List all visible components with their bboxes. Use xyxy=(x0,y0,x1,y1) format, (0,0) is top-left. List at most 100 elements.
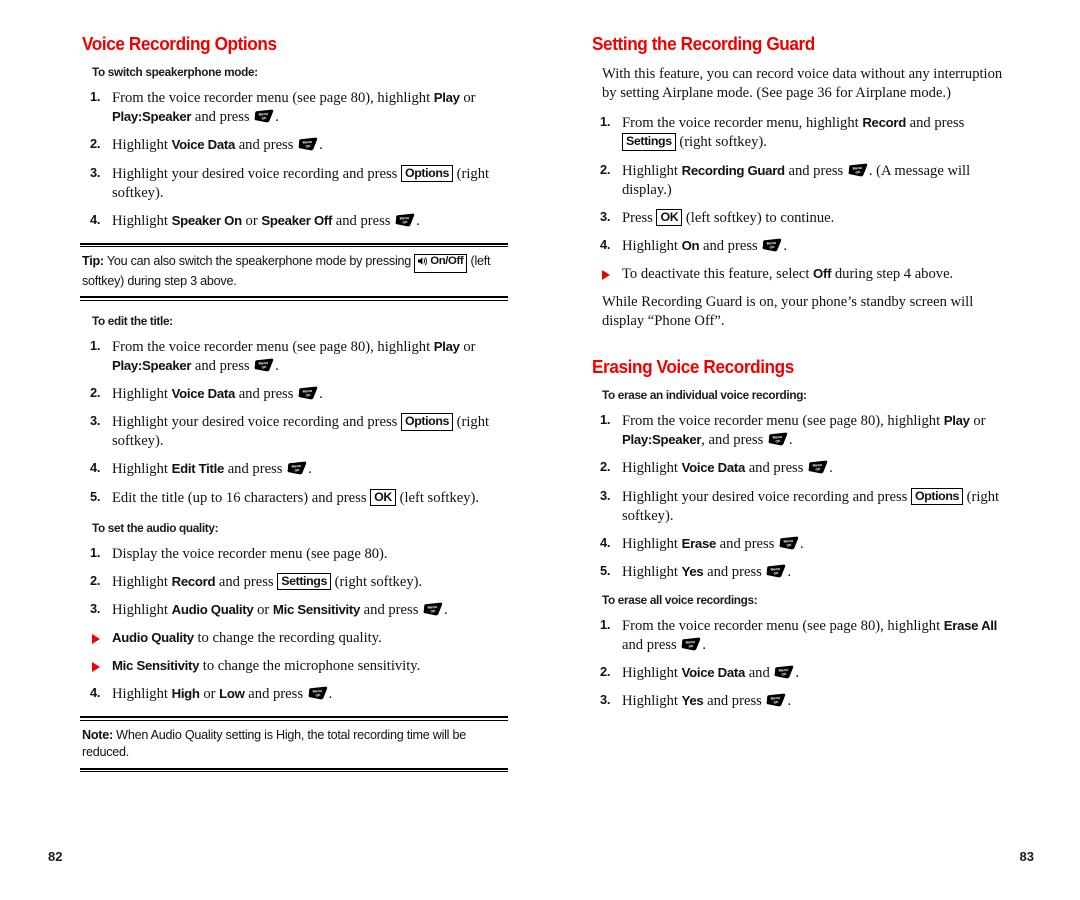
softkey-button-options[interactable]: Options xyxy=(400,164,453,182)
ui-term: Play:Speaker xyxy=(112,358,192,374)
step-text: Highlight xyxy=(622,237,682,254)
step-number: 3. xyxy=(90,600,101,616)
menu-ok-key-icon[interactable]: Menu OK xyxy=(848,163,868,178)
svg-text:OK: OK xyxy=(402,220,408,225)
steps-erase-all: 1. From the voice recorder menu (see page… xyxy=(588,617,1018,711)
step-text: Highlight your desired voice recording a… xyxy=(112,414,401,431)
step-text: and press xyxy=(191,358,254,375)
step-number: 4. xyxy=(90,685,101,701)
softkey-button-ok[interactable]: OK xyxy=(370,488,396,506)
step-text: and press xyxy=(360,601,423,618)
ui-term: Voice Data xyxy=(171,386,236,402)
step-text: or xyxy=(459,338,476,355)
tip-callout-body: Tip: You can also switch the speakerphon… xyxy=(80,247,508,291)
menu-ok-key-icon[interactable]: Menu OK xyxy=(766,693,786,708)
numbered-step: 4. Highlight High or Low and press Menu OK… xyxy=(78,685,508,704)
ui-term: Play xyxy=(433,338,460,354)
menu-ok-key-icon[interactable]: Menu OK xyxy=(768,432,788,447)
steps-set-audio-quality: 1. Display the voice recorder menu (see p… xyxy=(78,545,508,705)
step-text: and press xyxy=(215,573,278,590)
softkey-button-options[interactable]: Options xyxy=(910,487,963,505)
step-text: (left softkey). xyxy=(395,489,480,506)
numbered-step: 5. Edit the title (up to 16 characters) a… xyxy=(78,488,508,508)
step-text: or xyxy=(241,212,262,229)
note-label: Note: xyxy=(82,727,113,742)
step-text: Edit the title (up to 16 characters) and… xyxy=(112,489,371,506)
steps-erase-individual: 1. From the voice recorder menu (see page… xyxy=(588,412,1018,582)
step-text: (right softkey). xyxy=(675,134,767,151)
step-number: 2. xyxy=(90,136,101,152)
svg-text:OK: OK xyxy=(782,672,788,677)
step-text: . xyxy=(328,686,333,703)
step-text: and press xyxy=(244,686,307,703)
step-text: and press xyxy=(622,636,681,653)
menu-ok-key-icon[interactable]: Menu OK xyxy=(308,686,328,701)
step-number: 4. xyxy=(90,460,101,476)
speaker-onoff-key-icon[interactable]: On/Off xyxy=(414,254,468,273)
step-number: 2. xyxy=(600,664,611,680)
step-text: From the voice recorder menu (see page 8… xyxy=(622,413,944,430)
sub-bullet-item: Mic Sensitivity to change the microphone… xyxy=(78,657,508,676)
step-text: or xyxy=(253,601,273,618)
numbered-step: 1. Display the voice recorder menu (see p… xyxy=(78,545,508,564)
menu-ok-key-icon[interactable]: Menu OK xyxy=(287,461,307,476)
menu-ok-key-icon[interactable]: Menu OK xyxy=(298,386,318,401)
tip-text-before: You can also switch the speakerphone mod… xyxy=(103,254,415,269)
step-number: 1. xyxy=(600,616,611,632)
svg-text:OK: OK xyxy=(774,700,780,705)
svg-text:OK: OK xyxy=(262,365,268,370)
menu-ok-key-icon[interactable]: Menu OK xyxy=(254,358,274,373)
step-text: . xyxy=(319,386,323,403)
callout-rule-bottom xyxy=(80,767,508,773)
menu-ok-key-icon[interactable]: Menu OK xyxy=(298,137,318,152)
step-number: 1. xyxy=(600,412,611,428)
ui-term: Edit Title xyxy=(171,461,225,477)
menu-ok-key-icon[interactable]: Menu OK xyxy=(766,564,786,579)
svg-text:OK: OK xyxy=(786,543,792,548)
svg-text:OK: OK xyxy=(855,169,861,174)
sub-bullet-item: To deactivate this feature, select Off d… xyxy=(588,265,1018,284)
menu-ok-key-icon[interactable]: Menu OK xyxy=(395,213,415,228)
menu-ok-key-icon[interactable]: Menu OK xyxy=(774,665,794,680)
step-number: 2. xyxy=(90,385,101,401)
ui-term: Record xyxy=(862,115,906,131)
step-text: and press xyxy=(703,693,766,710)
menu-ok-key-icon[interactable]: Menu OK xyxy=(254,109,274,124)
step-text: Highlight xyxy=(112,386,172,403)
red-triangle-bullet-icon xyxy=(92,662,100,672)
numbered-step: 2. Highlight Voice Data and Menu OK. xyxy=(588,664,1018,683)
numbered-step: 1. From the voice recorder menu, highligh… xyxy=(588,114,1018,152)
subheading-edit-the-title: To edit the title: xyxy=(92,314,173,329)
step-text: , and press xyxy=(701,432,767,449)
step-text: From the voice recorder menu (see page 8… xyxy=(112,338,434,355)
ui-term: Low xyxy=(219,686,245,702)
numbered-step: 2. Highlight Record and press Settings (r… xyxy=(78,572,508,592)
step-text: and press xyxy=(745,460,808,477)
menu-ok-key-icon[interactable]: Menu OK xyxy=(808,460,828,475)
step-number: 4. xyxy=(90,211,101,227)
softkey-button-settings[interactable]: Settings xyxy=(277,572,331,590)
ui-term: Voice Data xyxy=(681,460,746,476)
step-text: to change the recording quality. xyxy=(193,629,382,646)
menu-ok-key-icon[interactable]: Menu OK xyxy=(779,536,799,551)
menu-ok-key-icon[interactable]: Menu OK xyxy=(423,602,443,617)
step-text: to change the microphone sensitivity. xyxy=(199,658,421,674)
ui-term: Voice Data xyxy=(681,665,746,681)
page-title-setting-recording-guard: Setting the Recording Guard xyxy=(592,33,815,54)
softkey-button-options[interactable]: Options xyxy=(400,413,453,431)
ui-term: Yes xyxy=(681,563,704,579)
svg-text:OK: OK xyxy=(689,644,695,649)
menu-ok-key-icon[interactable]: Menu OK xyxy=(681,637,701,652)
ui-term: Off xyxy=(813,265,832,281)
step-text: during step 4 above. xyxy=(831,265,954,282)
numbered-step: 1. From the voice recorder menu (see page… xyxy=(78,338,508,376)
softkey-button-ok[interactable]: OK xyxy=(656,208,683,226)
step-text: (left softkey) to continue. xyxy=(682,209,835,226)
ui-term: Erase xyxy=(681,535,717,551)
menu-ok-key-icon[interactable]: Menu OK xyxy=(762,238,782,253)
step-text: . xyxy=(275,358,279,375)
step-text: To deactivate this feature, select xyxy=(622,265,814,282)
step-text: and press xyxy=(332,212,395,229)
softkey-button-settings[interactable]: Settings xyxy=(622,133,676,151)
step-text: Highlight xyxy=(622,563,682,580)
